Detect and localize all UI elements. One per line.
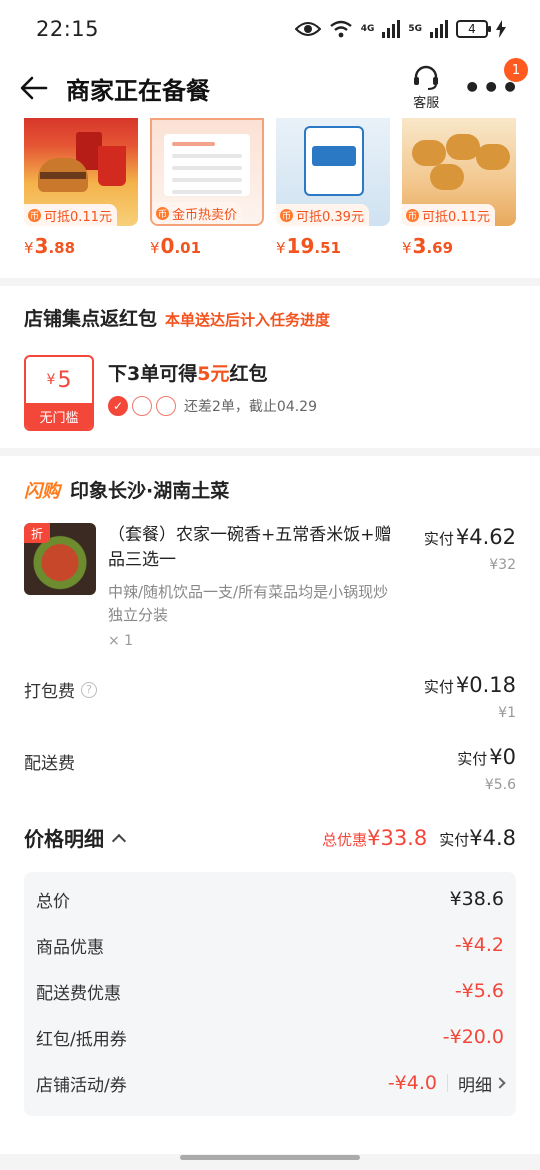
breakdown-label: 总价 — [36, 891, 70, 912]
item-quantity: × 1 — [108, 633, 134, 649]
stamp-empty-icon — [156, 396, 176, 416]
total-discount: 总优惠¥33.8 — [322, 825, 428, 850]
red-packet-label: 无门槛 — [26, 403, 92, 429]
breakdown-label: 商品优惠 — [36, 937, 104, 958]
packing-fee-original: ¥1 — [498, 705, 516, 721]
coupon-tag: 币可抵0.39元 — [276, 204, 369, 226]
product-image: 币可抵0.11元 — [24, 118, 138, 226]
stamp-title: 店铺集点返红包 — [24, 308, 158, 330]
red-packet-amount: 5 — [57, 367, 72, 393]
breakdown-label: 配送费优惠 — [36, 983, 121, 1004]
back-arrow-icon[interactable] — [20, 73, 50, 103]
product-price: ¥0.01 — [150, 234, 202, 258]
coin-icon: 币 — [156, 206, 169, 220]
network-5g-label: 5G — [408, 23, 422, 34]
stamp-filled-icon: ✓ — [108, 396, 128, 416]
coupon-tag: 币金币热卖价 — [152, 202, 243, 224]
stamp-empty-icon — [132, 396, 152, 416]
delivery-fee-original: ¥5.6 — [484, 777, 516, 793]
more-button[interactable]: ••• 1 — [463, 58, 528, 102]
shop-name: 印象长沙·湖南土菜 — [70, 480, 230, 502]
breakdown-row: 配送费优惠 -¥5.6 — [36, 968, 504, 1014]
delivery-fee-row: 配送费 实付¥0 ¥5.6 — [24, 745, 516, 793]
stamp-progress: ✓ 还差2单，截止04.29 — [108, 396, 317, 416]
flash-sale-tag: 闪购 — [24, 480, 60, 502]
item-name: （套餐）农家一碗香+五常香米饭+赠品三选一 — [108, 525, 392, 570]
status-icons: 4G 5G 4 — [294, 20, 506, 38]
coupon-tag: 币可抵0.11元 — [24, 204, 117, 226]
store-activity-detail-link[interactable]: 明细 — [458, 1071, 506, 1096]
packing-fee-paid: 实付¥0.18 — [423, 673, 516, 697]
breakdown-value: -¥4.2 — [454, 934, 504, 956]
breakdown-label: 红包/抵用券 — [36, 1029, 127, 1050]
notification-badge: 1 — [504, 58, 528, 82]
shop-header[interactable]: 闪购 印象长沙·湖南土菜 — [24, 476, 516, 503]
help-icon[interactable]: ? — [81, 681, 97, 698]
eye-icon — [294, 22, 321, 36]
breakdown-row: 店铺活动/券 -¥4.0 明细 — [36, 1060, 506, 1106]
product-price: ¥3.69 — [402, 234, 454, 258]
coin-icon: 币 — [406, 208, 419, 222]
order-section: 闪购 印象长沙·湖南土菜 折 （套餐）农家一碗香+五常香米饭+赠品三选一 中辣/… — [0, 456, 540, 1154]
final-paid: 实付¥4.8 — [439, 825, 516, 850]
page-title: 商家正在备餐 — [66, 76, 210, 105]
customer-service-label: 客服 — [413, 96, 440, 111]
delivery-fee-label: 配送费 — [24, 754, 75, 774]
chevron-right-icon — [494, 1077, 506, 1089]
discount-badge: 折 — [24, 523, 50, 543]
product-image: 币可抵0.39元 — [276, 118, 390, 226]
customer-service-button[interactable]: 客服 — [411, 64, 441, 111]
recommended-products: 币可抵0.11元 ¥3.88 币金币热卖价 ¥0.01 币可抵0.39元 ¥19… — [0, 118, 540, 278]
stamp-note: 本单送达后计入任务进度 — [165, 311, 331, 329]
product-image: 币可抵0.11元 — [402, 118, 516, 226]
nav-bar: 商家正在备餐 客服 ••• 1 — [0, 58, 540, 118]
headset-icon — [414, 65, 439, 90]
coupon-tag: 币可抵0.11元 — [402, 204, 495, 226]
home-indicator[interactable] — [180, 1155, 360, 1160]
coin-icon: 币 — [28, 208, 41, 222]
status-time: 22:15 — [36, 17, 100, 41]
breakdown-row: 商品优惠 -¥4.2 — [36, 922, 504, 968]
charging-icon — [496, 20, 506, 38]
product-price: ¥3.88 — [24, 234, 76, 258]
breakdown-label: 店铺活动/券 — [36, 1075, 127, 1096]
signal-icon — [382, 20, 401, 38]
breakdown-value: -¥5.6 — [454, 980, 504, 1002]
breakdown-value: -¥20.0 — [442, 1026, 504, 1048]
product-card[interactable]: 币可抵0.39元 ¥19.51 — [276, 118, 390, 258]
red-packet-card: ¥5 无门槛 — [24, 355, 94, 431]
network-4g-label: 4G — [360, 23, 375, 34]
wifi-icon — [329, 20, 352, 38]
breakdown-value: ¥38.6 — [449, 888, 504, 910]
battery-icon: 4 — [456, 20, 491, 38]
packing-fee-label: 打包费 — [24, 682, 75, 702]
order-item[interactable]: 折 （套餐）农家一碗香+五常香米饭+赠品三选一 中辣/随机饮品一支/所有菜品均是… — [24, 523, 516, 649]
food-image: 折 — [24, 523, 96, 595]
product-price: ¥19.51 — [276, 234, 341, 258]
stamp-reward-section: 店铺集点返红包 本单送达后计入任务进度 ¥5 无门槛 下3单可得5元红包 ✓ 还… — [0, 286, 540, 448]
price-breakdown: 总价 ¥38.6 商品优惠 -¥4.2 配送费优惠 -¥5.6 红包/抵用券 -… — [24, 872, 516, 1116]
packing-fee-row: 打包费? 实付¥0.18 ¥1 — [24, 673, 516, 721]
status-bar: 22:15 4G 5G 4 — [0, 0, 540, 58]
product-card[interactable]: 币金币热卖价 ¥0.01 — [150, 118, 264, 258]
signal-icon-2 — [430, 20, 448, 38]
delivery-fee-paid: 实付¥0 — [457, 745, 516, 769]
item-spec: 中辣/随机饮品一支/所有菜品均是小锅现炒独立分装 — [108, 583, 389, 624]
stamp-progress-headline: 下3单可得5元红包 — [108, 363, 268, 385]
product-card[interactable]: 币可抵0.11元 ¥3.88 — [24, 118, 138, 258]
item-paid-price: 实付¥4.62 — [423, 525, 516, 549]
item-original-price: ¥32 — [489, 557, 516, 573]
price-detail-toggle[interactable]: 价格明细 — [24, 823, 127, 852]
coin-icon: 币 — [280, 208, 293, 222]
breakdown-row: 红包/抵用券 -¥20.0 — [36, 1014, 504, 1060]
product-image: 币金币热卖价 — [150, 118, 264, 226]
price-detail-header: 价格明细 总优惠¥33.8 实付¥4.8 — [24, 823, 516, 852]
nav-actions: 客服 ••• 1 — [411, 58, 528, 111]
product-card[interactable]: 币可抵0.11元 ¥3.69 — [402, 118, 516, 258]
stamp-progress-text: 还差2单，截止04.29 — [184, 399, 317, 415]
chevron-up-icon — [111, 833, 127, 848]
breakdown-row: 总价 ¥38.6 — [36, 876, 504, 922]
breakdown-value: -¥4.0 — [387, 1072, 437, 1094]
